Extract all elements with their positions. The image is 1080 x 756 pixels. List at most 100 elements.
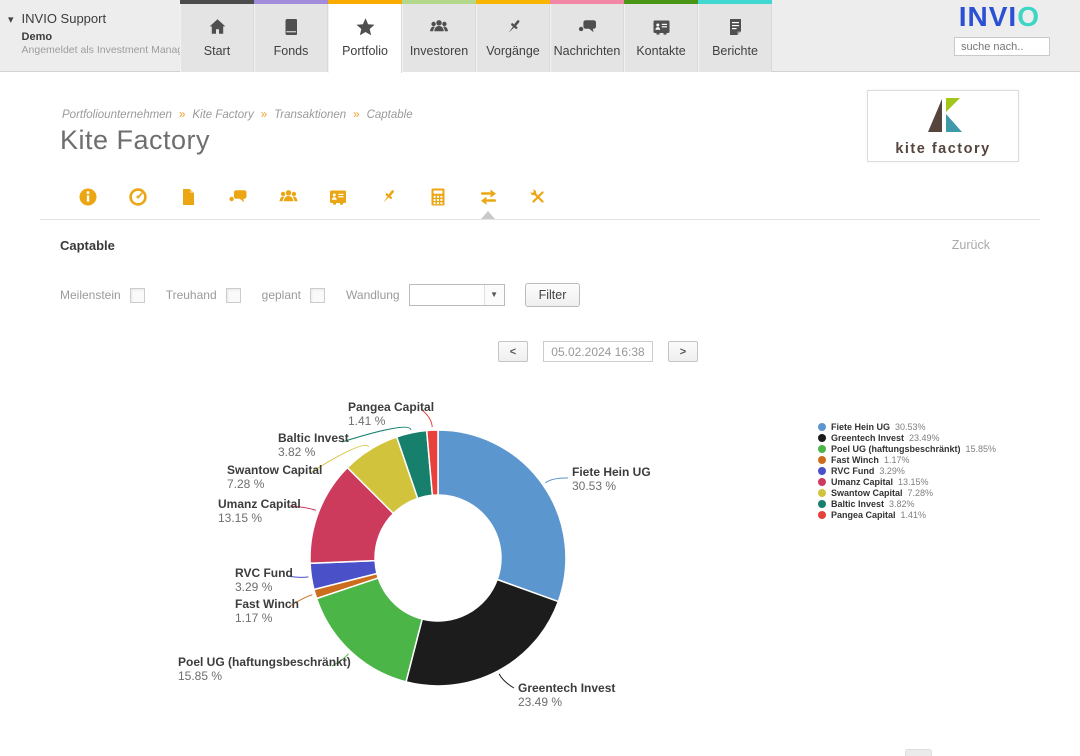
conversion-select[interactable]: ▼ [409, 284, 505, 306]
legend-dot [818, 467, 826, 475]
breadcrumb-separator: » [353, 109, 359, 121]
people-icon [428, 17, 450, 37]
section-tab-document[interactable] [163, 187, 213, 212]
milestone-checkbox[interactable] [130, 288, 145, 303]
legend-dot [818, 423, 826, 431]
invio-logo-part1: INVI [959, 1, 1017, 32]
book-icon [281, 17, 302, 37]
account-widget: ▾ INVIO Support Demo Angemeldet als Inve… [8, 11, 193, 56]
footer-widget-stub[interactable] [905, 749, 932, 756]
legend-item[interactable]: Swantow Capital7.28% [818, 487, 996, 498]
kite-factory-logo-icon [923, 98, 963, 134]
legend-item[interactable]: RVC Fund3.29% [818, 465, 996, 476]
tab-kontakte[interactable]: Kontakte [624, 0, 698, 72]
slice-label: Fast Winch1.17 % [235, 598, 299, 625]
divider [40, 219, 1040, 220]
tools-icon [528, 187, 548, 207]
tab-accent [624, 0, 698, 4]
legend-item[interactable]: Fiete Hein UG30.53% [818, 421, 996, 432]
tab-berichte[interactable]: Berichte [698, 0, 772, 72]
contact-card-icon [651, 17, 672, 37]
section-tab-contacts[interactable] [313, 187, 363, 212]
section-tab-transactions[interactable] [463, 187, 513, 212]
breadcrumb-item[interactable]: Kite Factory [192, 109, 253, 121]
section-tab-dashboard[interactable] [113, 187, 163, 212]
tab-portfolio[interactable]: Portfolio [328, 0, 402, 73]
milestone-label: Meilenstein [60, 288, 121, 302]
prev-date-button[interactable]: < [498, 341, 528, 362]
app-header: ▾ INVIO Support Demo Angemeldet als Inve… [0, 0, 1080, 72]
pie-slice-1[interactable] [406, 580, 558, 686]
date-field[interactable] [543, 341, 653, 362]
chevron-down-icon: ▼ [484, 285, 504, 305]
tab-accent [328, 0, 402, 4]
active-tab-notch [481, 211, 495, 219]
conversion-label: Wandlung [346, 288, 400, 302]
tab-accent [698, 0, 772, 4]
planned-checkbox[interactable] [310, 288, 325, 303]
legend-dot [818, 434, 826, 442]
trust-label: Treuhand [166, 288, 217, 302]
tab-nachrichten[interactable]: Nachrichten [550, 0, 624, 72]
legend-dot [818, 478, 826, 486]
tab-label: Kontakte [636, 44, 685, 58]
section-tab-messages[interactable] [213, 187, 263, 212]
people-icon [278, 187, 299, 207]
search-input[interactable] [954, 37, 1050, 56]
calculator-icon [428, 187, 448, 207]
section-title: Captable [60, 238, 115, 253]
tab-investoren[interactable]: Investoren [402, 0, 476, 72]
trust-checkbox[interactable] [226, 288, 241, 303]
tab-label: Fonds [274, 44, 309, 58]
section-tab-people[interactable] [263, 187, 313, 212]
legend-item[interactable]: Baltic Invest3.82% [818, 498, 996, 509]
section-tab-calculator[interactable] [413, 187, 463, 212]
tab-fonds[interactable]: Fonds [254, 0, 328, 72]
slice-label: Umanz Capital13.15 % [218, 498, 301, 525]
legend-item[interactable]: Umanz Capital13.15% [818, 476, 996, 487]
slice-label: Greentech Invest23.49 % [518, 682, 615, 709]
tab-label: Start [204, 44, 230, 58]
label-connector [545, 478, 568, 483]
section-tab-pin[interactable] [363, 187, 413, 212]
breadcrumb-item[interactable]: Captable [367, 109, 413, 121]
tab-accent [180, 0, 254, 4]
slice-label: Poel UG (haftungsbeschränkt)15.85 % [178, 656, 351, 683]
next-date-button[interactable]: > [668, 341, 698, 362]
pie-slice-0[interactable] [438, 430, 566, 602]
tab-accent [402, 0, 476, 4]
tab-start[interactable]: Start [180, 0, 254, 72]
slice-label: Fiete Hein UG30.53 % [572, 466, 651, 493]
legend-dot [818, 456, 826, 464]
transactions-icon [478, 187, 499, 207]
breadcrumb-item[interactable]: Transaktionen [274, 109, 346, 121]
tab-vorgaenge[interactable]: Vorgänge [476, 0, 550, 72]
tab-accent [550, 0, 624, 4]
legend-item[interactable]: Pangea Capital1.41% [818, 509, 996, 520]
slice-label: Swantow Capital7.28 % [227, 464, 322, 491]
legend-dot [818, 511, 826, 519]
tab-label: Investoren [410, 44, 468, 58]
planned-label: geplant [262, 288, 301, 302]
slice-label: Pangea Capital1.41 % [348, 401, 434, 428]
messages-icon [577, 17, 598, 37]
back-link[interactable]: Zurück [952, 238, 990, 252]
section-tab-tools[interactable] [513, 187, 563, 212]
legend-item[interactable]: Poel UG (haftungsbeschränkt)15.85% [818, 443, 996, 454]
account-menu-caret-icon[interactable]: ▾ [8, 13, 14, 56]
legend-dot [818, 489, 826, 497]
breadcrumb: Portfoliounternehmen » Kite Factory » Transa… [62, 109, 413, 121]
legend-item[interactable]: Greentech Invest23.49% [818, 432, 996, 443]
account-role: Angemeldet als Investment Manager [22, 44, 193, 56]
legend-dot [818, 500, 826, 508]
slice-label: Baltic Invest3.82 % [278, 432, 349, 459]
account-subtitle: Demo [22, 31, 193, 43]
breadcrumb-item[interactable]: Portfoliounternehmen [62, 109, 172, 121]
legend-item[interactable]: Fast Winch1.17% [818, 454, 996, 465]
tab-accent [476, 0, 550, 4]
slice-label: RVC Fund3.29 % [235, 567, 293, 594]
breadcrumb-separator: » [179, 109, 185, 121]
filter-button[interactable]: Filter [525, 283, 581, 307]
chart-legend: Fiete Hein UG30.53% Greentech Invest23.4… [818, 421, 996, 520]
section-tab-info[interactable] [63, 187, 113, 212]
